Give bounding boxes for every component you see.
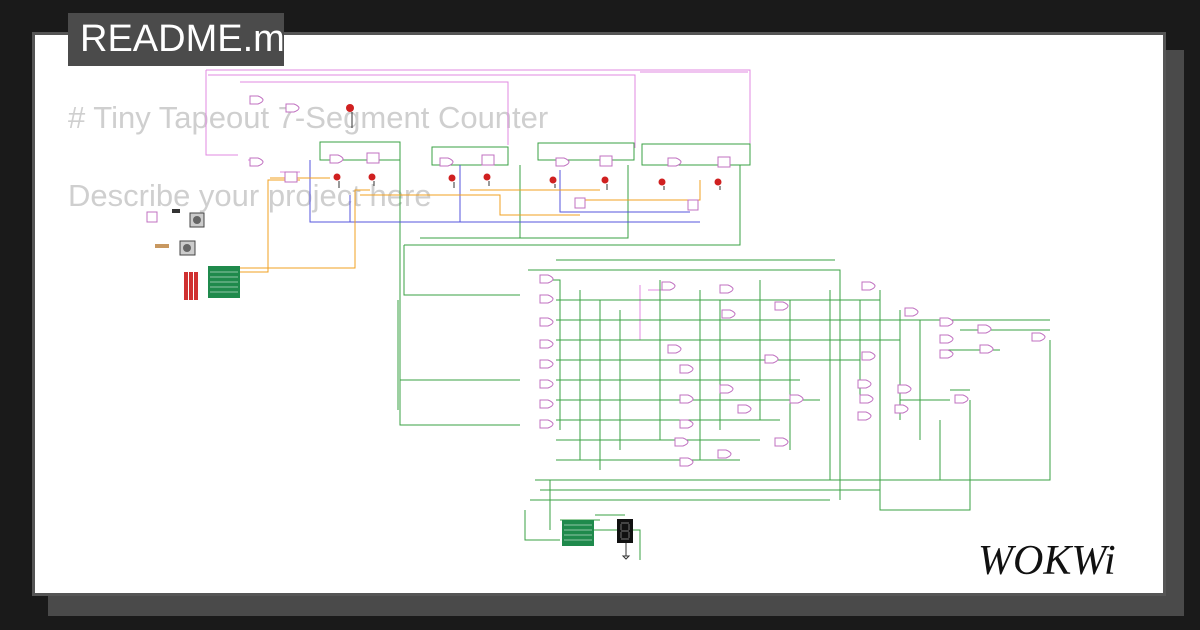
readme-tab[interactable]: README.md xyxy=(68,13,284,66)
svg-text:WOKWi: WOKWi xyxy=(978,538,1116,582)
wokwi-logo: WOKWi xyxy=(978,538,1116,582)
